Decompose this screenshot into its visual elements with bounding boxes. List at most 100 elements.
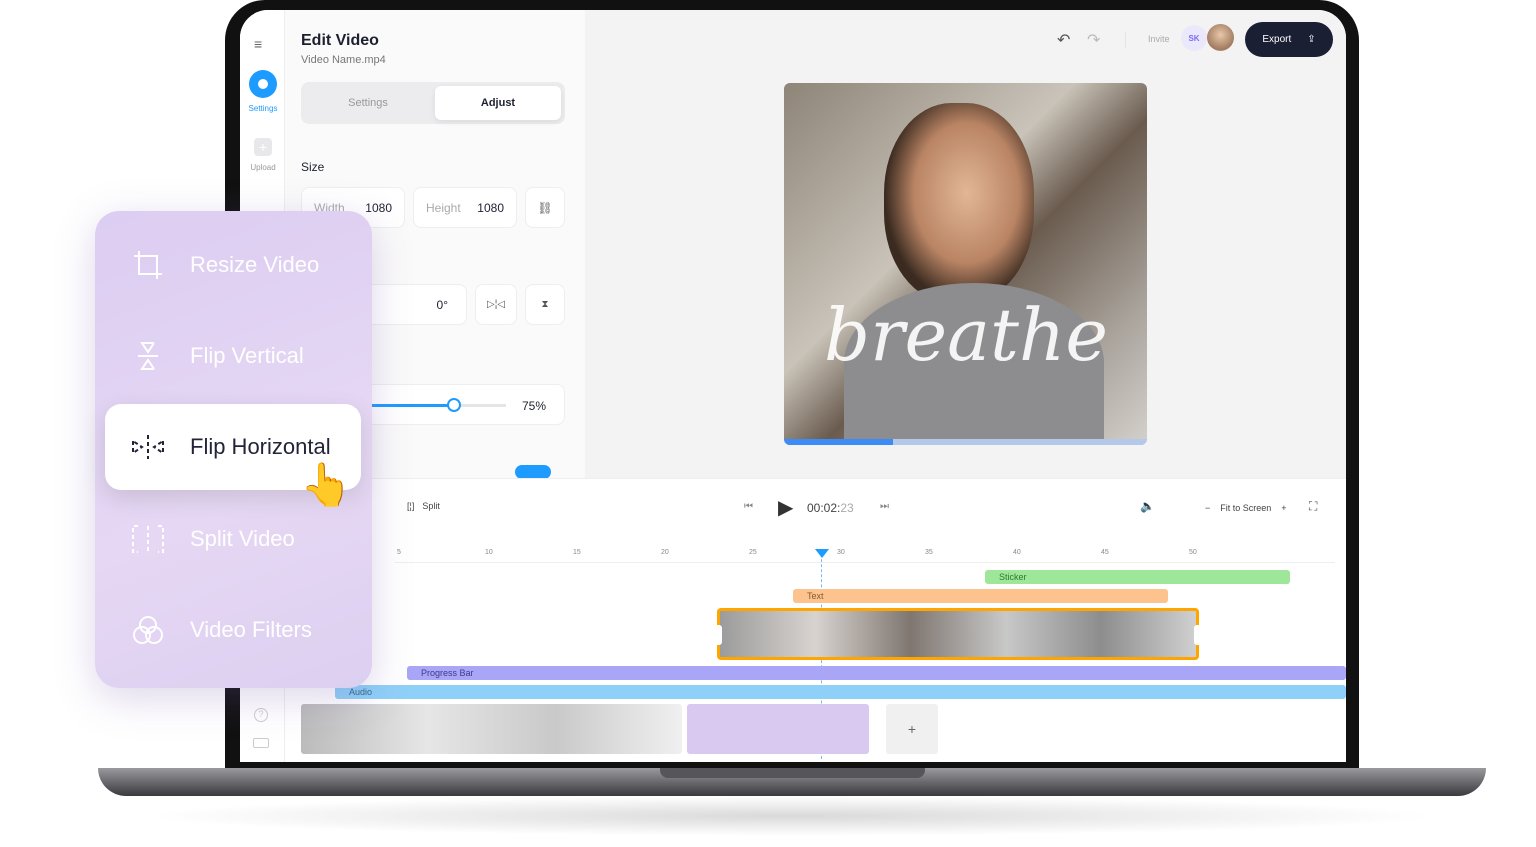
tab-settings[interactable]: Settings <box>305 86 431 120</box>
split-label: Split <box>422 501 440 511</box>
ruler-tick: 40 <box>1013 549 1021 556</box>
audio-track[interactable]: Audio <box>335 685 1346 699</box>
opacity-slider-thumb[interactable] <box>446 398 461 412</box>
settings-icon <box>249 70 277 98</box>
skip-back-icon[interactable]: ⏮ <box>744 501 753 512</box>
height-field[interactable]: Height 1080 <box>413 187 517 228</box>
opacity-value: 75% <box>521 399 546 413</box>
fullscreen-icon[interactable]: ⛶ <box>1309 499 1317 514</box>
clip-trim-left-handle[interactable] <box>708 625 722 645</box>
height-label: Height <box>426 200 461 215</box>
audio-label: Audio <box>349 687 373 697</box>
zoom-control: − Fit to Screen + <box>1205 503 1287 513</box>
menu-item-video-filters[interactable]: Video Filters <box>105 587 361 673</box>
ruler-tick: 45 <box>1101 549 1109 556</box>
undo-icon[interactable]: ↶ <box>1057 30 1070 50</box>
ruler-tick: 50 <box>1189 549 1197 556</box>
volume-icon[interactable]: 🔈 <box>1140 499 1155 513</box>
rotate-value: 0° <box>436 297 448 312</box>
width-value: 1080 <box>365 200 392 215</box>
menu-item-resize-video[interactable]: Resize Video <box>105 222 361 308</box>
menu-item-split-video[interactable]: Split Video <box>105 496 361 582</box>
link-aspect-button[interactable]: ⛓ <box>525 187 565 228</box>
menu-item-flip-vertical[interactable]: Flip Vertical <box>105 313 361 399</box>
video-clip-selected[interactable] <box>708 608 1208 660</box>
zoom-out-button[interactable]: − <box>1205 503 1210 513</box>
app-screen: ≡ Settings + Upload ? Edit Video Video N… <box>240 10 1346 762</box>
sidebar-item-label: Upload <box>250 163 276 172</box>
ruler-tick: 5 <box>397 549 401 556</box>
flip-horizontal-icon: ▷¦◁ <box>487 299 505 310</box>
keyboard-icon[interactable] <box>253 738 269 748</box>
ruler-tick: 30 <box>837 549 845 556</box>
flip-vertical-button[interactable]: ⧗ <box>525 284 565 325</box>
menu-item-label: Flip Vertical <box>190 343 304 368</box>
redo-icon[interactable]: ↷ <box>1087 30 1100 50</box>
tab-adjust[interactable]: Adjust <box>435 86 561 120</box>
text-label: Text <box>807 591 824 601</box>
laptop-shadow <box>140 796 1440 836</box>
video-clip-2[interactable] <box>687 704 869 754</box>
ruler-tick: 15 <box>573 549 581 556</box>
time-frames: 23 <box>840 501 854 515</box>
ruler-tick: 35 <box>925 549 933 556</box>
laptop-notch <box>660 768 925 778</box>
divider <box>1125 32 1126 48</box>
export-button[interactable]: Export ⇪ <box>1245 22 1333 57</box>
ruler-tick: 20 <box>661 549 669 556</box>
sidebar-item-upload[interactable]: + Upload <box>246 138 280 172</box>
feature-menu: Resize Video Flip Vertical Flip Horizont… <box>95 211 372 688</box>
timeline-ruler[interactable]: 510152025303540455060 <box>395 549 1335 563</box>
ruler-tick: 10 <box>485 549 493 556</box>
split-icon <box>123 523 173 555</box>
hamburger-menu-icon[interactable]: ≡ <box>254 36 262 52</box>
sticker-track[interactable]: Sticker <box>985 570 1290 584</box>
link-icon: ⛓ <box>537 200 553 215</box>
opacity-slider-box: 75% <box>355 384 565 425</box>
menu-item-label: Resize Video <box>190 252 320 277</box>
upload-plus-icon: + <box>254 138 272 156</box>
avatar-sk[interactable]: SK <box>1181 25 1207 51</box>
help-icon[interactable]: ? <box>254 708 268 722</box>
video-preview[interactable]: breathe <box>784 83 1147 445</box>
export-label: Export <box>1262 34 1292 45</box>
menu-item-label: Video Filters <box>190 617 312 642</box>
skip-forward-icon[interactable]: ⏭ <box>880 501 889 512</box>
preview-face <box>884 103 1034 303</box>
flip-horizontal-button[interactable]: ▷¦◁ <box>475 284 517 325</box>
progress-bar-label: Progress Bar <box>421 668 474 678</box>
timecode: 00:02:23 <box>807 501 854 515</box>
preview-area: ↶ ↷ Invite SK Export ⇪ breathe <box>585 10 1346 478</box>
flip-vertical-icon <box>123 340 173 372</box>
sidebar-item-settings[interactable]: Settings <box>246 70 280 113</box>
toggle-switch[interactable] <box>515 465 551 479</box>
zoom-in-button[interactable]: + <box>1281 503 1286 513</box>
sticker-label: Sticker <box>999 572 1027 582</box>
height-value: 1080 <box>477 200 504 215</box>
tab-bar: Settings Adjust <box>301 82 565 124</box>
invite-button[interactable]: Invite <box>1148 34 1170 44</box>
time-elapsed: 00:02: <box>807 501 841 515</box>
add-clip-button[interactable]: + <box>886 704 938 754</box>
progress-bar-track[interactable]: Progress Bar <box>407 666 1346 680</box>
clip-trim-right-handle[interactable] <box>1194 625 1208 645</box>
flip-horizontal-icon <box>123 431 173 463</box>
timeline: [¦] Split ⏮ ▶ 00:02:23 ⏭ 🔈 − Fit to Screen… <box>285 478 1346 762</box>
menu-item-label: Split Video <box>190 526 295 551</box>
upload-icon: ⇪ <box>1307 34 1316 45</box>
file-name: Video Name.mp4 <box>301 54 386 66</box>
size-heading: Size <box>301 160 325 174</box>
opacity-slider-track[interactable] <box>356 404 506 407</box>
filters-icon <box>123 614 173 646</box>
ruler-tick: 25 <box>749 549 757 556</box>
zoom-label: Fit to Screen <box>1220 503 1272 513</box>
video-clip-1[interactable] <box>301 704 682 754</box>
sidebar-item-label: Settings <box>248 104 278 113</box>
play-button[interactable]: ▶ <box>778 495 793 520</box>
split-button[interactable]: [¦] Split <box>407 501 440 511</box>
split-icon: [¦] <box>407 501 415 511</box>
crop-icon <box>123 249 173 281</box>
avatar-user[interactable] <box>1207 24 1234 51</box>
text-track[interactable]: Text <box>793 589 1168 603</box>
playhead[interactable] <box>815 549 829 558</box>
